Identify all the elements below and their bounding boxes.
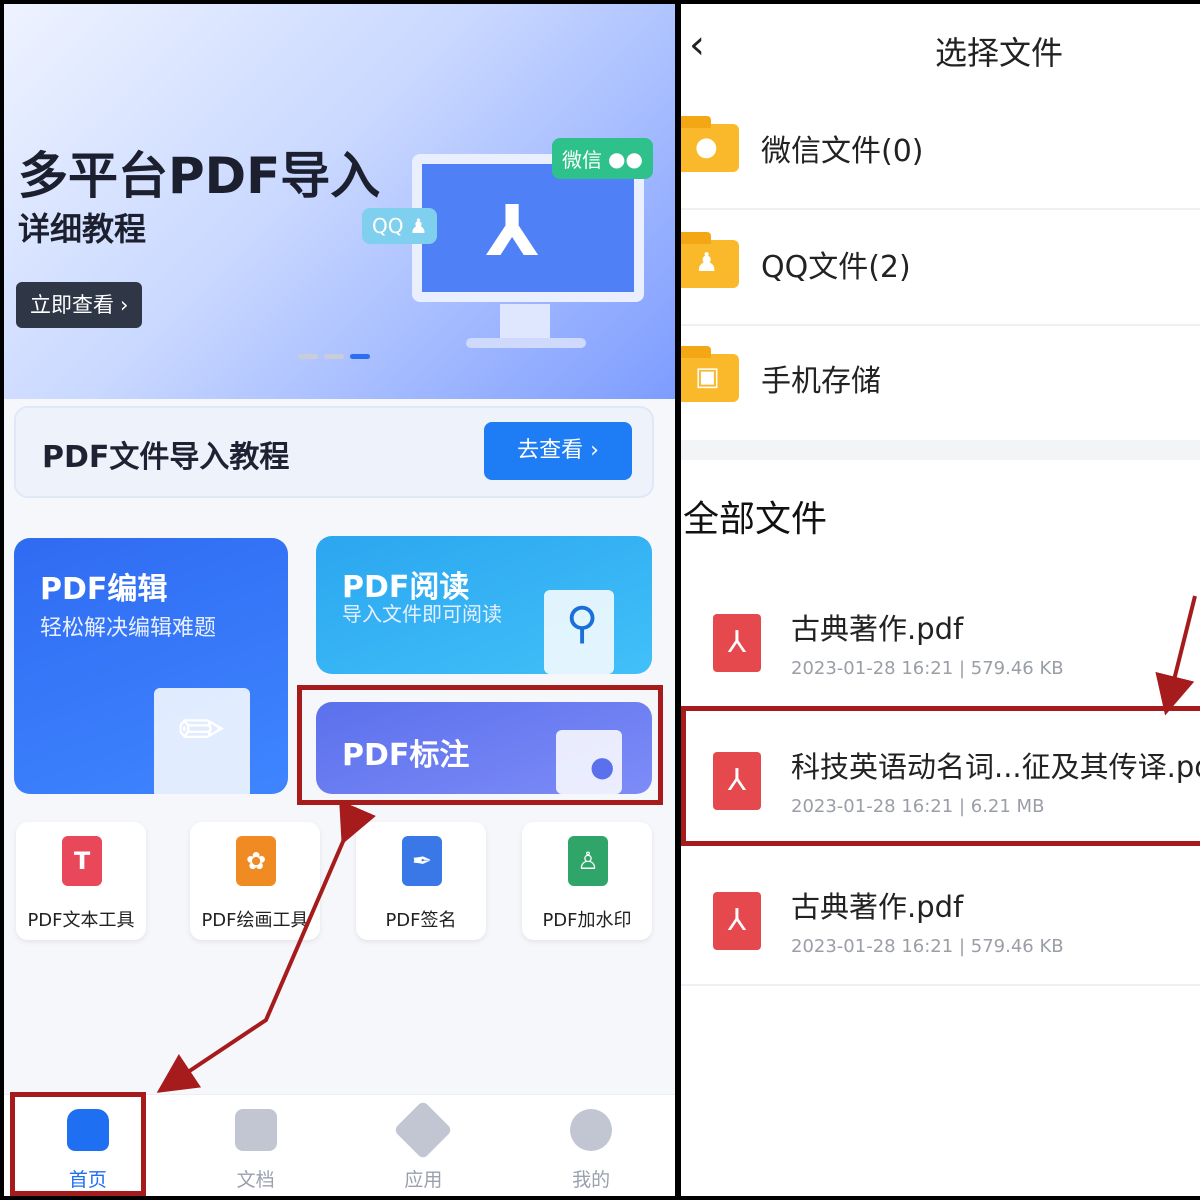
picker-header: ‹ 选择文件 <box>681 4 1200 96</box>
annotation-box-pdf-annotate <box>297 685 663 805</box>
folder-wechat[interactable]: ● 微信文件(0) <box>681 96 1200 210</box>
nav-label: 应用 <box>404 1169 443 1191</box>
all-files-title: 全部文件 <box>683 499 828 540</box>
file-date: 2023-01-28 16:21 <box>791 936 954 957</box>
picker-title: 选择文件 <box>935 34 1064 72</box>
banner-title: 多平台PDF导入 <box>18 147 381 205</box>
page-dot <box>298 354 318 359</box>
file-size: 579.46 KB <box>970 658 1064 679</box>
file-row[interactable]: ⅄ 古典著作.pdf 2023-01-28 16:21 | 579.46 KB <box>681 578 1200 708</box>
nav-documents[interactable]: 文档 <box>172 1095 340 1196</box>
text-tool-icon: T <box>62 836 102 886</box>
tool-pdf-paint[interactable]: ✿ PDF绘画工具 <box>190 822 320 940</box>
nav-profile[interactable]: 我的 <box>507 1095 675 1196</box>
pencil-ruler-icon: ✏ <box>178 698 225 763</box>
tool-pdf-text[interactable]: T PDF文本工具 <box>16 822 146 940</box>
tool-label: PDF文本工具 <box>27 910 135 931</box>
acrobat-logo-icon: ⅄ <box>486 190 540 272</box>
tutorial-title: PDF文件导入教程 <box>42 440 290 475</box>
page-dot-active <box>350 354 370 359</box>
pdf-file-icon: ⅄ <box>713 892 761 950</box>
banner-page-indicator <box>298 354 370 359</box>
tool-label: PDF加水印 <box>542 910 632 931</box>
meta-separator: | <box>958 658 966 679</box>
qq-penguin-icon: ♟ <box>409 214 428 238</box>
go-view-button[interactable]: 去查看 › <box>484 422 632 480</box>
file-name: 古典著作.pdf <box>791 612 964 646</box>
wechat-badge: 微信 ●● <box>552 138 653 179</box>
tool-pdf-signature[interactable]: ✒ PDF签名 <box>356 822 486 940</box>
file-name: 古典著作.pdf <box>791 890 964 924</box>
annotation-box-nav-home <box>10 1092 146 1196</box>
chevron-right-icon: › <box>590 438 599 463</box>
folder-label: 手机存储 <box>761 364 881 399</box>
tool-label: PDF绘画工具 <box>201 910 309 931</box>
back-arrow-icon[interactable]: ‹ <box>689 22 705 68</box>
tool-label: PDF签名 <box>385 910 457 931</box>
paint-palette-icon: ✿ <box>236 836 276 886</box>
folder-label: QQ文件(2) <box>761 250 911 285</box>
pdf-edit-title: PDF编辑 <box>40 572 168 607</box>
section-divider <box>681 440 1200 460</box>
view-now-button[interactable]: 立即查看 › <box>16 282 143 328</box>
file-meta: 2023-01-28 16:21 | 579.46 KB <box>791 936 1064 957</box>
monitor-base <box>466 338 586 348</box>
wechat-icon: ●● <box>608 146 643 171</box>
phone-storage-folder-icon: ▣ <box>681 346 739 402</box>
signature-pen-icon: ✒ <box>402 836 442 886</box>
nav-apps[interactable]: 应用 <box>340 1095 508 1196</box>
magnifier-icon: ⚲ <box>566 598 599 649</box>
go-view-label: 去查看 <box>517 438 584 463</box>
import-tutorial-card[interactable]: PDF文件导入教程 去查看 › <box>14 406 654 498</box>
qq-badge: QQ ♟ <box>362 208 438 244</box>
banner-subtitle: 详细教程 <box>18 210 147 248</box>
nav-label: 文档 <box>236 1169 275 1191</box>
pdf-read-card[interactable]: PDF阅读 导入文件即可阅读 ⚲ <box>316 536 652 674</box>
pdf-edit-subtitle: 轻松解决编辑难题 <box>40 616 217 641</box>
pdf-read-subtitle: 导入文件即可阅读 <box>342 602 502 626</box>
home-screen: 多平台PDF导入 详细教程 立即查看 › ⅄ 微信 ●● QQ ♟ PDF文件导… <box>4 4 675 1196</box>
qq-badge-label: QQ <box>372 214 404 238</box>
file-picker-screen: ‹ 选择文件 ● 微信文件(0) ♟ QQ文件(2) ▣ 手机存储 全部文件 ⅄… <box>681 4 1200 1196</box>
file-date: 2023-01-28 16:21 <box>791 658 954 679</box>
apps-cube-icon <box>393 1100 454 1160</box>
page-dot <box>324 354 344 359</box>
view-now-label: 立即查看 <box>30 293 114 317</box>
monitor-stand <box>500 304 550 340</box>
watermark-stamp-icon: ♙ <box>568 836 608 886</box>
document-icon <box>234 1109 277 1151</box>
meta-separator: | <box>958 936 966 957</box>
wechat-folder-icon: ● <box>681 116 739 172</box>
file-size: 579.46 KB <box>970 936 1064 957</box>
promo-banner[interactable]: 多平台PDF导入 详细教程 立即查看 › ⅄ 微信 ●● QQ ♟ <box>4 4 675 399</box>
qq-folder-icon: ♟ <box>681 232 739 288</box>
file-meta: 2023-01-28 16:21 | 579.46 KB <box>791 658 1064 679</box>
wechat-badge-label: 微信 <box>562 148 602 172</box>
profile-icon <box>570 1109 613 1151</box>
nav-label: 我的 <box>572 1169 611 1191</box>
file-row[interactable]: ⅄ 古典著作.pdf 2023-01-28 16:21 | 579.46 KB <box>681 856 1200 986</box>
folder-phone-storage[interactable]: ▣ 手机存储 <box>681 326 1200 440</box>
pdf-edit-card[interactable]: PDF编辑 轻松解决编辑难题 ✏ <box>14 538 288 794</box>
tool-pdf-watermark[interactable]: ♙ PDF加水印 <box>522 822 652 940</box>
annotation-box-selected-file <box>681 706 1200 846</box>
chevron-right-icon: › <box>120 293 129 317</box>
pdf-file-icon: ⅄ <box>713 614 761 672</box>
folder-qq[interactable]: ♟ QQ文件(2) <box>681 212 1200 326</box>
folder-label: 微信文件(0) <box>761 134 924 169</box>
